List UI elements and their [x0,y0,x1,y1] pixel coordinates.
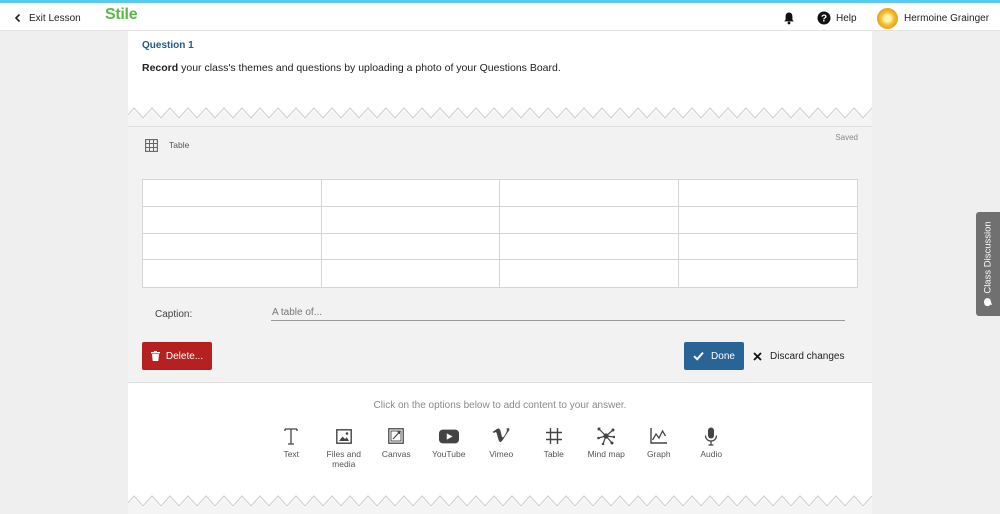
tool-label: Vimeo [489,449,514,459]
mind-map-icon [596,426,616,446]
tool-label: YouTube [432,449,466,459]
table-cell[interactable] [678,180,857,207]
question-title: Question 1 [142,40,194,51]
exit-lesson-label: Exit Lesson [29,12,81,24]
zigzag-divider [128,492,872,514]
discard-changes-button[interactable]: Discard changes [753,342,844,370]
table-icon [145,139,158,152]
table-cell[interactable] [679,260,858,287]
table-cell[interactable] [143,180,322,207]
table-cell[interactable] [322,260,500,287]
table-cell[interactable] [500,206,679,234]
user-menu[interactable]: Hermoine Grainger [877,8,989,29]
caption-label: Caption: [155,309,193,320]
table-icon [544,426,564,446]
question-circle-icon: ? [817,11,831,25]
user-name: Hermoine Grainger [904,13,990,24]
class-discussion-tab[interactable]: Class Discussion [976,212,1000,316]
tool-label: Mind map [587,449,625,459]
microphone-icon [701,426,721,446]
add-graph-button[interactable]: Graph [633,426,686,469]
add-table-button[interactable]: Table [528,426,581,469]
table-cell[interactable] [321,206,500,234]
add-audio-button[interactable]: Audio [685,426,738,469]
table-cell[interactable] [500,233,679,261]
help-label: Help [836,12,857,24]
graph-icon [649,426,669,446]
save-status: Saved [835,133,858,142]
table-cell[interactable] [500,180,679,207]
avatar [877,8,898,29]
question-text-bold: Record [142,62,179,74]
youtube-icon [438,426,459,446]
tool-label: Files and media [326,449,362,469]
table-cell[interactable] [678,207,857,234]
svg-text:?: ? [821,14,827,25]
add-mind-map-button[interactable]: Mind map [580,426,633,469]
table-cell[interactable] [321,233,500,261]
exit-lesson-link[interactable]: Exit Lesson [12,9,81,27]
add-vimeo-button[interactable]: Vimeo [475,426,528,469]
table-cell[interactable] [678,234,857,261]
close-icon [753,351,762,361]
stile-logo[interactable]: Stile [105,6,138,24]
trash-icon [150,351,160,361]
caption-input[interactable] [271,304,845,321]
question-text-rest: your class's themes and questions by upl… [178,62,561,74]
bell-icon[interactable] [782,11,796,25]
tool-label: Graph [646,449,671,459]
table-cell[interactable] [143,206,322,234]
tool-label: Text [283,449,300,459]
class-discussion-inner: Class Discussion [982,221,994,307]
top-bar: Exit Lesson Stile ? Help Hermoine Graing… [0,0,1000,31]
check-icon [693,351,704,361]
add-files-media-button[interactable]: Files and media [318,426,371,469]
image-icon [334,426,354,446]
question-card: Question 1 Record your class's themes an… [128,31,872,126]
chevron-left-icon [14,13,21,23]
tool-label: Audio [700,449,723,459]
text-icon [281,426,301,446]
canvas-icon [386,426,406,446]
table-cell[interactable] [143,233,322,261]
content-toolbar: Text Files and media Canvas YouTube Vime… [265,426,738,469]
table-cell[interactable] [321,180,500,207]
table-cell[interactable] [500,260,679,287]
help-button[interactable]: ? Help [817,9,857,27]
add-content-card: Click on the options below to add conten… [128,383,872,514]
add-text-button[interactable]: Text [265,426,318,469]
done-label: Done [711,350,735,362]
tool-label: Canvas [381,449,411,459]
block-type-label: Table [169,140,190,150]
delete-label: Delete... [165,350,204,362]
done-button[interactable]: Done [684,342,744,370]
class-discussion-label: Class Discussion [982,221,994,294]
add-youtube-button[interactable]: YouTube [423,426,476,469]
question-text: Record your class's themes and questions… [142,62,561,74]
add-canvas-button[interactable]: Canvas [370,426,423,469]
add-content-hint: Click on the options below to add conten… [373,400,627,411]
table-grid [142,179,858,288]
vimeo-icon [491,426,511,446]
discard-label: Discard changes [770,350,845,362]
zigzag-divider [128,104,872,126]
table-cell[interactable] [143,260,322,287]
chat-bubble-icon [984,298,993,307]
delete-button[interactable]: Delete... [142,342,212,370]
tool-label: Table [543,449,564,459]
table-editor: Table Saved Caption: Delete... Done Disc… [128,126,872,383]
